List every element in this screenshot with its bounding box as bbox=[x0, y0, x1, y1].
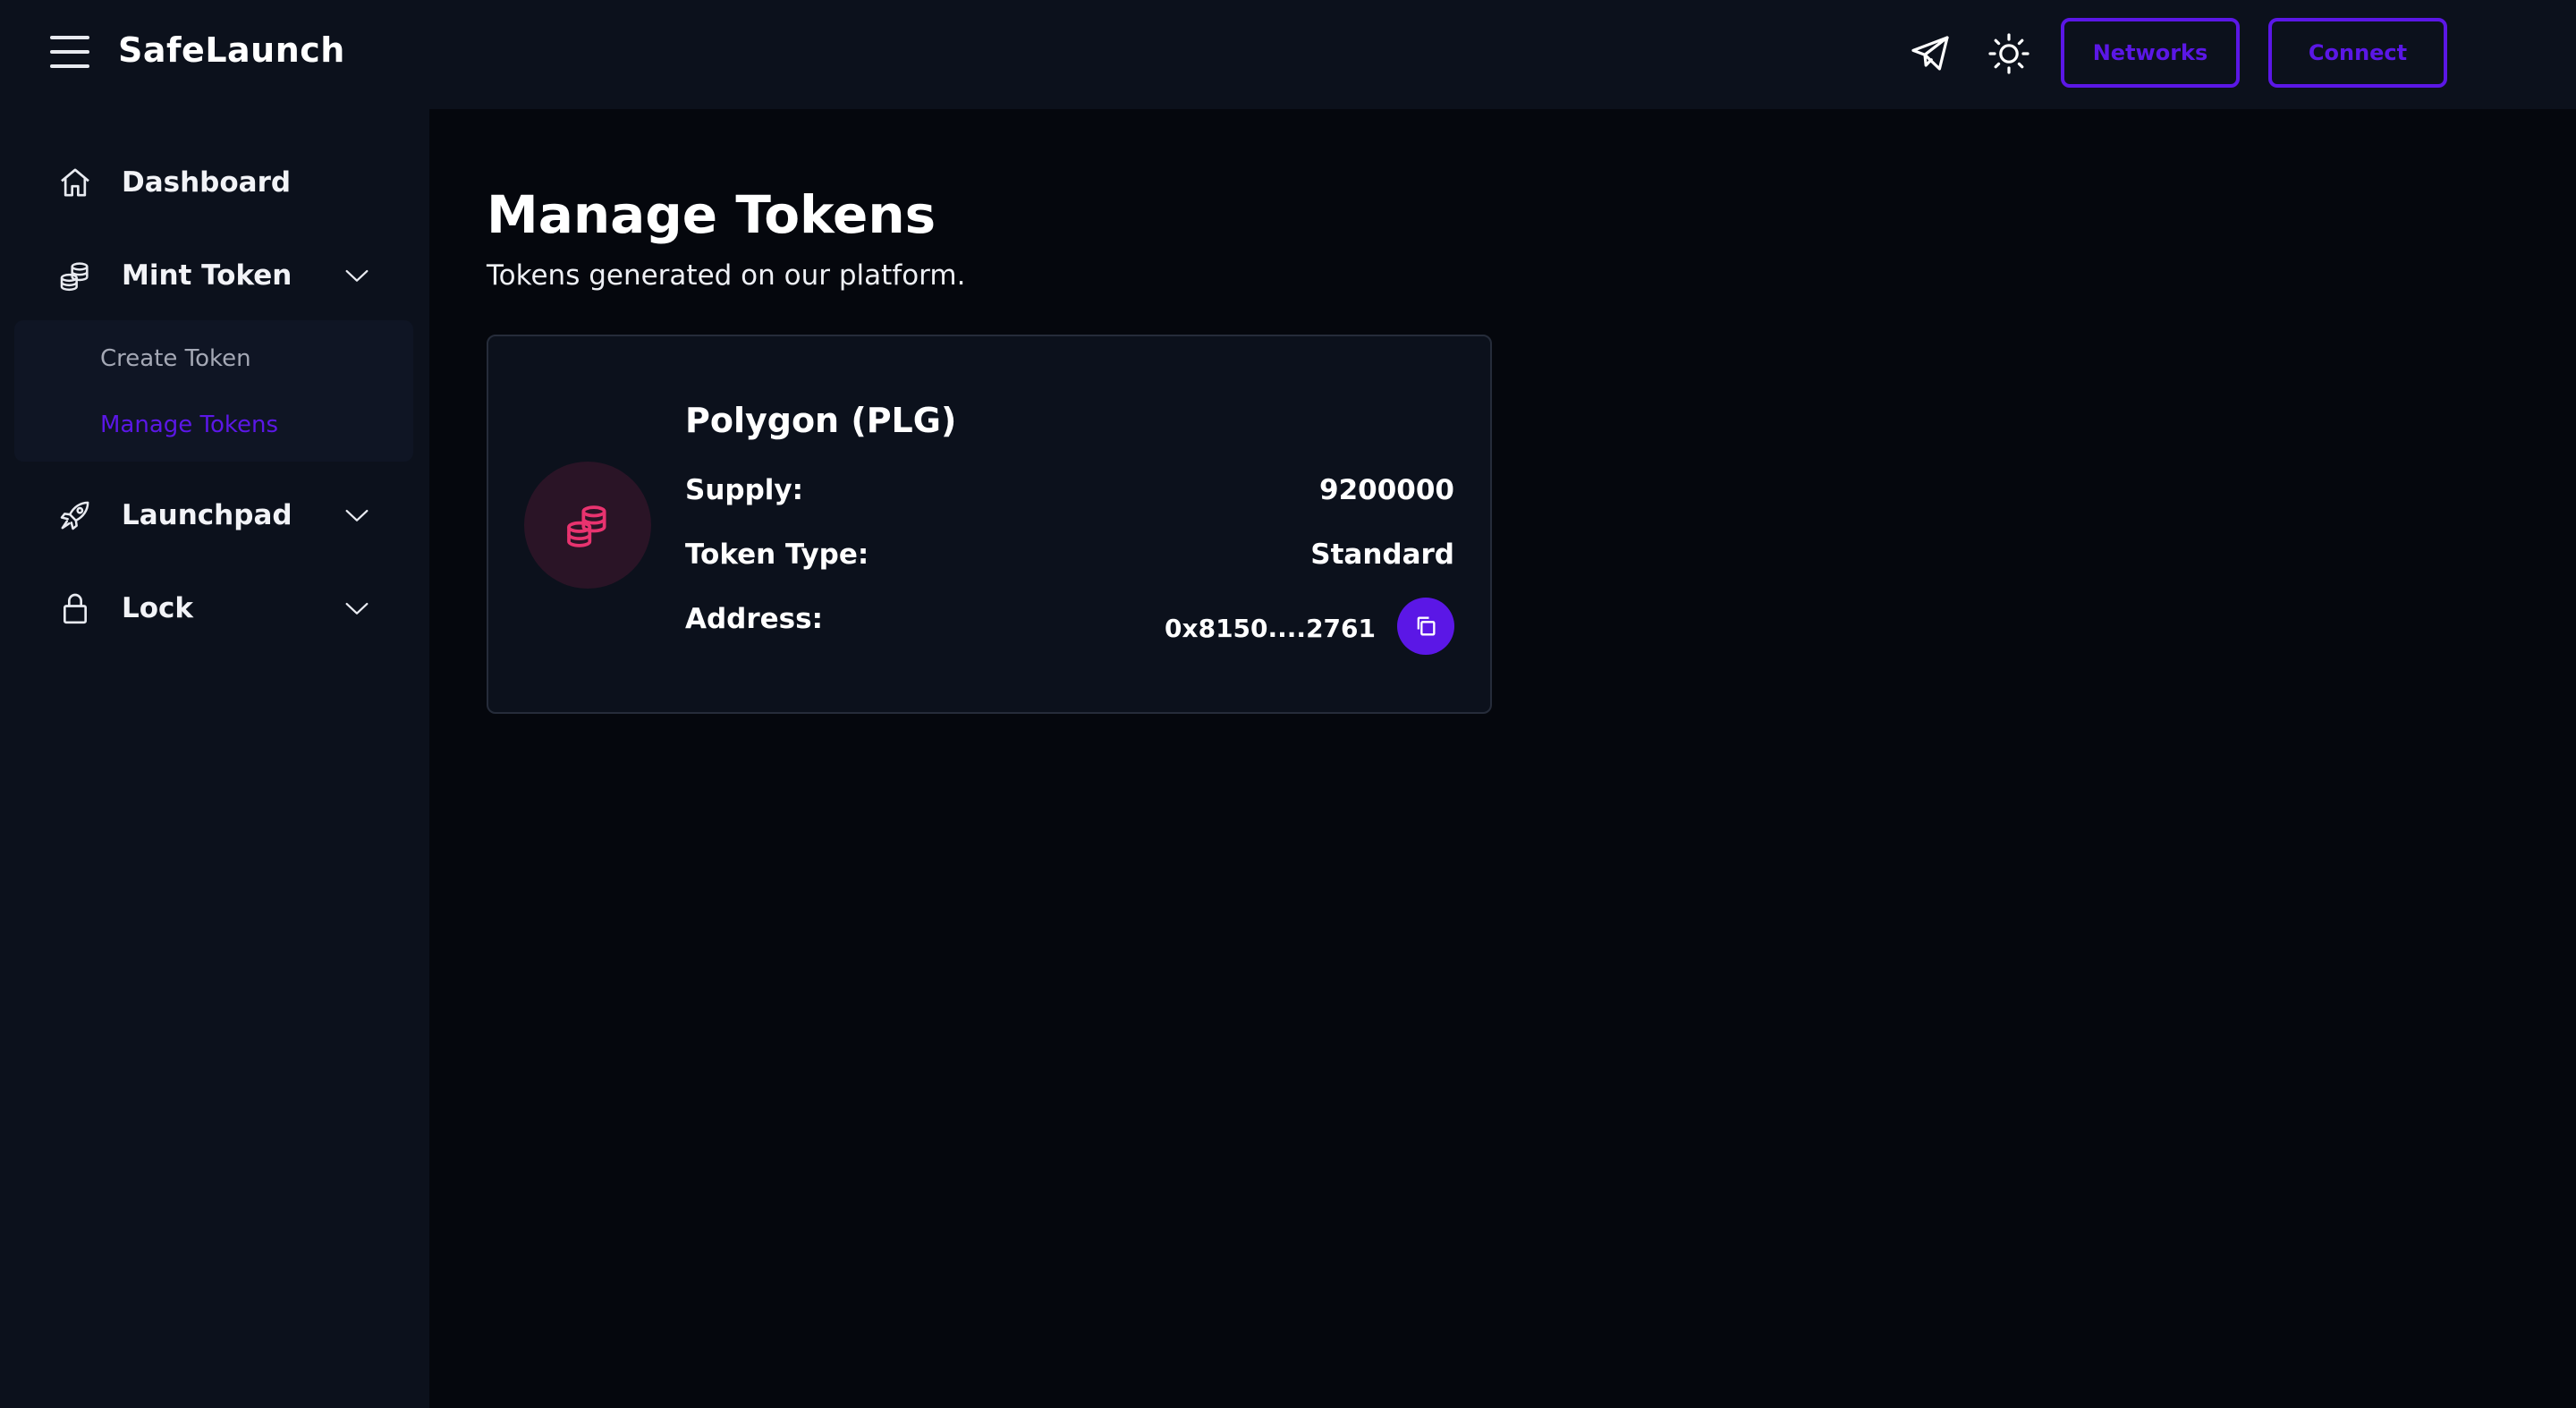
token-name: Polygon (PLG) bbox=[685, 401, 957, 440]
sidebar-item-mint-token[interactable]: Mint Token bbox=[0, 240, 429, 311]
sidebar-item-label: Launchpad bbox=[122, 499, 292, 531]
address-value: 0x8150....2761 bbox=[1165, 614, 1376, 643]
chevron-down-icon[interactable] bbox=[342, 500, 372, 530]
coins-icon bbox=[567, 505, 606, 547]
telegram-icon[interactable] bbox=[1909, 32, 1952, 75]
sidebar-item-label: Dashboard bbox=[122, 166, 292, 199]
token-card: Polygon (PLG) Supply: 9200000 Token Type… bbox=[487, 335, 1492, 714]
copy-icon bbox=[1417, 616, 1436, 636]
sidebar-item-lock[interactable]: Lock bbox=[0, 573, 429, 644]
connect-button[interactable]: Connect bbox=[2268, 18, 2447, 88]
sidebar: Dashboard Mint Token Create Token Manage… bbox=[0, 109, 429, 1408]
supply-value: 9200000 bbox=[1319, 474, 1454, 506]
page-title: Manage Tokens bbox=[487, 184, 936, 245]
menu-icon[interactable] bbox=[50, 36, 89, 68]
mint-token-submenu: Create Token Manage Tokens bbox=[14, 320, 413, 462]
token-type-value: Standard bbox=[1310, 539, 1454, 571]
sidebar-item-launchpad[interactable]: Launchpad bbox=[0, 479, 429, 551]
sidebar-item-dashboard[interactable]: Dashboard bbox=[0, 147, 429, 218]
sidebar-item-create-token[interactable]: Create Token bbox=[100, 345, 251, 372]
rocket-icon bbox=[60, 501, 89, 530]
top-bar: SafeLaunch Networks Connect bbox=[0, 0, 2576, 109]
brand-name: SafeLaunch bbox=[118, 30, 345, 70]
lock-icon bbox=[64, 593, 87, 624]
token-avatar bbox=[524, 462, 651, 589]
supply-label: Supply: bbox=[685, 474, 804, 506]
page-subtitle: Tokens generated on our platform. bbox=[487, 259, 966, 292]
chevron-down-icon[interactable] bbox=[342, 260, 372, 291]
networks-button[interactable]: Networks bbox=[2061, 18, 2240, 88]
coins-icon bbox=[60, 262, 89, 292]
chevron-down-icon[interactable] bbox=[342, 593, 372, 623]
sidebar-item-label: Lock bbox=[122, 592, 194, 624]
copy-address-button[interactable] bbox=[1397, 598, 1454, 655]
sidebar-item-manage-tokens[interactable]: Manage Tokens bbox=[100, 411, 278, 438]
sidebar-item-label: Mint Token bbox=[122, 259, 292, 292]
address-label: Address: bbox=[685, 603, 823, 635]
home-icon bbox=[61, 168, 89, 197]
sun-icon[interactable] bbox=[1987, 32, 2030, 75]
token-type-label: Token Type: bbox=[685, 539, 869, 571]
